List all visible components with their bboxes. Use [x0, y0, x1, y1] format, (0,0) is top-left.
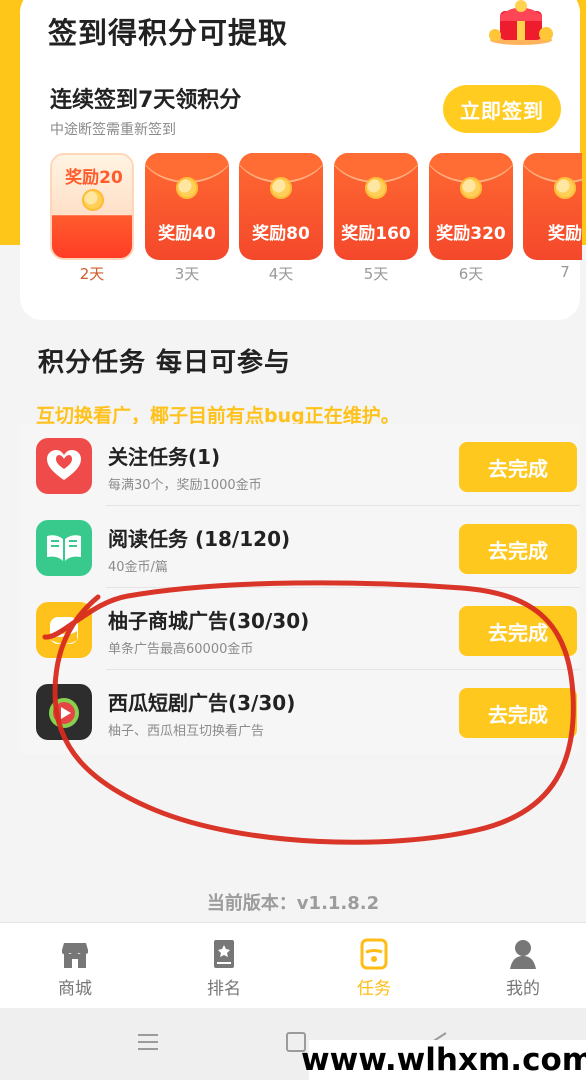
checkin-card: 签到得积分可提取 连续签到7天领积分 中途断签需重新签到 立即签到 奖励20 2… [20, 0, 582, 320]
reward-day-label: 4天 [268, 265, 294, 283]
reading-task-button[interactable]: 去完成 [459, 524, 577, 574]
red-packet: 奖励320 [429, 153, 513, 260]
task-subtitle: 每满30个，奖励1000金币 [108, 478, 262, 493]
watermelon-play-icon [36, 684, 92, 740]
reward-label: 奖励320 [436, 224, 506, 244]
pomelo-ad-task-button[interactable]: 去完成 [459, 606, 577, 656]
version-text: 当前版本：v1.1.8.2 [206, 893, 380, 914]
reward-day-label: 5天 [363, 265, 389, 283]
coin-icon [460, 177, 482, 199]
nav-label: 排名 [207, 979, 241, 999]
task-title: 柚子商城广告(30/30) [108, 609, 310, 633]
nav-label: 任务 [357, 979, 391, 999]
red-packet: 奖励40 [145, 153, 229, 260]
task-subtitle: 40金币/篇 [108, 560, 168, 575]
reward-day-2: 奖励20 2天 [50, 153, 134, 290]
red-packet: 奖励160 [334, 153, 418, 260]
task-row-follow: 关注任务(1) 每满30个，奖励1000金币 去完成 [36, 424, 580, 506]
task-row-watermelon-ad: 西瓜短剧广告(3/30) 柚子、西瓜相互切换看广告 去完成 [36, 670, 580, 752]
nav-label: 我的 [506, 979, 540, 999]
watermark: www.wlhxm.com [300, 1040, 586, 1080]
nav-task[interactable]: 任务 [301, 923, 447, 1009]
menu-icon[interactable] [136, 1032, 160, 1052]
reward-label: 奖励20 [65, 168, 123, 188]
follow-task-button[interactable]: 去完成 [459, 442, 577, 492]
task-list: 关注任务(1) 每满30个，奖励1000金币 去完成 阅读任务 (18/120)… [20, 424, 580, 754]
reward-day-label: 3天 [174, 265, 200, 283]
heart-icon [36, 438, 92, 494]
task-title: 关注任务(1) [108, 445, 221, 469]
coin-icon [176, 177, 198, 199]
task-row-reading: 阅读任务 (18/120) 40金币/篇 去完成 [36, 506, 580, 588]
coin-icon [554, 177, 576, 199]
nav-store[interactable]: 商城 [2, 923, 148, 1009]
reward-label: 奖励 [548, 224, 582, 244]
task-row-pomelo-ad: 柚子商城广告(30/30) 单条广告最高60000金币 去完成 [36, 588, 580, 670]
task-title: 阅读任务 (18/120) [108, 527, 291, 551]
nav-label: 商城 [58, 979, 92, 999]
watermelon-ad-task-button[interactable]: 去完成 [459, 688, 577, 738]
reward-day-4: 奖励80 4天 [239, 153, 323, 290]
red-packet: 奖励80 [239, 153, 323, 260]
coin-icon [270, 177, 292, 199]
reward-label: 奖励160 [341, 224, 411, 244]
task-title: 西瓜短剧广告(3/30) [108, 691, 296, 715]
reward-strip: 奖励20 2天 奖励40 3天 奖励80 4天 奖励160 5天 奖励320 6… [50, 153, 582, 290]
task-icon [360, 938, 388, 970]
profile-icon [510, 940, 536, 969]
checkin-button[interactable]: 立即签到 [443, 85, 561, 133]
coin-icon [365, 177, 387, 199]
points-task-heading: 积分任务 每日可参与 [38, 348, 292, 378]
reward-day-5: 奖励160 5天 [334, 153, 418, 290]
streak-title: 连续签到7天领积分 [50, 88, 242, 113]
checkin-title: 签到得积分可提取 [48, 16, 289, 50]
reward-day-6: 奖励320 6天 [429, 153, 513, 290]
streak-subtitle: 中途断签需重新签到 [50, 122, 176, 138]
reward-day-3: 奖励40 3天 [145, 153, 229, 290]
reward-label: 奖励40 [158, 224, 216, 244]
book-icon [36, 520, 92, 576]
task-subtitle: 柚子、西瓜相互切换看广告 [108, 724, 265, 739]
reward-day-label: 7 [560, 263, 570, 281]
coin-icon [82, 189, 104, 211]
ranking-icon [214, 940, 234, 968]
reward-day-label: 2天 [79, 265, 105, 283]
reward-day-7: 奖励 7 [523, 153, 582, 290]
reward-day-label: 6天 [458, 265, 484, 283]
bottom-navigation: 商城 排名 任务 我的 [0, 922, 586, 1008]
task-subtitle: 单条广告最高60000金币 [108, 642, 254, 657]
nav-ranking[interactable]: 排名 [151, 923, 297, 1009]
store-icon [62, 943, 88, 968]
pomelo-icon [36, 602, 92, 658]
red-packet: 奖励20 [50, 153, 134, 260]
red-packet: 奖励 [523, 153, 582, 260]
reward-label: 奖励80 [252, 224, 310, 244]
gift-icon [489, 0, 553, 45]
nav-profile[interactable]: 我的 [450, 923, 586, 1009]
